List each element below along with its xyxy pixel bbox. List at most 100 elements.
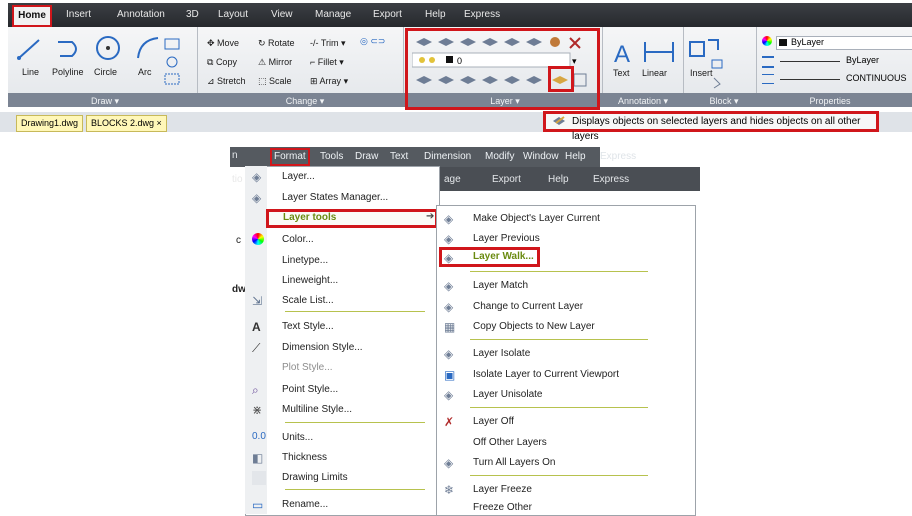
tab-view[interactable]: View: [271, 3, 293, 27]
modify-extra-icons[interactable]: ◎ ⊂⊃: [360, 36, 385, 47]
menu-item-scale-list[interactable]: Scale List...: [282, 295, 334, 306]
insert-label[interactable]: Insert: [690, 68, 713, 78]
menu-format[interactable]: Format: [270, 148, 310, 166]
fillet-button[interactable]: ⌐ Fillet ▾: [310, 57, 344, 68]
menu-modify[interactable]: Modify: [485, 150, 514, 164]
arc-icon[interactable]: [134, 34, 162, 62]
thickness-icon: ◧: [252, 451, 264, 465]
menu-fragment: c: [236, 235, 241, 246]
menu-item-linetype[interactable]: Linetype...: [282, 255, 328, 266]
menu-item-freeze-other[interactable]: Freeze Other: [473, 502, 532, 513]
menu-item-layer-freeze[interactable]: Layer Freeze: [473, 484, 532, 495]
tab-manage[interactable]: Manage: [315, 3, 351, 27]
menu-item-plot-style[interactable]: Plot Style...: [282, 362, 333, 373]
properties-panel-title[interactable]: Properties: [790, 94, 870, 108]
block-panel-title[interactable]: Block ▾: [694, 94, 754, 108]
submenu-arrow-icon: ➔: [426, 211, 435, 222]
menu-item-make-objects-layer-current[interactable]: Make Object's Layer Current: [473, 213, 600, 224]
ribbon-tab-bar: Home Insert Annotation 3D Layout View Ma…: [8, 3, 912, 27]
menu-item-layer-isolate[interactable]: Layer Isolate: [473, 348, 530, 359]
change-panel-title[interactable]: Change ▾: [270, 94, 340, 108]
layer-previous-icon: ◈: [444, 232, 454, 246]
linear-label[interactable]: Linear: [642, 68, 667, 78]
menu-item-color[interactable]: Color...: [282, 234, 314, 245]
menu-item-layer[interactable]: Layer...: [282, 171, 315, 182]
layer-walk-tooltip: Displays objects on selected layers and …: [543, 111, 879, 142]
menu-item-copy-objects-to-new-layer[interactable]: Copy Objects to New Layer: [473, 321, 595, 332]
color-dropdown[interactable]: ByLayer: [776, 36, 912, 50]
tab-home[interactable]: Home: [12, 5, 52, 27]
arc-label[interactable]: Arc: [138, 67, 152, 77]
menu-item-turn-all-layers-on[interactable]: Turn All Layers On: [473, 457, 555, 468]
menu-item-layer-states-manager[interactable]: Layer States Manager...: [282, 192, 388, 203]
menu-express[interactable]: Express: [600, 150, 636, 164]
layer-match-icon: ◈: [444, 279, 454, 293]
make-current-icon: ◈: [444, 212, 454, 226]
close-icon[interactable]: ×: [157, 118, 162, 128]
menu-tools[interactable]: Tools: [320, 150, 343, 164]
layer-icon: ◈: [252, 170, 262, 184]
text-icon[interactable]: A: [612, 38, 638, 68]
circle-label[interactable]: Circle: [94, 67, 117, 77]
lineweight-dropdown[interactable]: ByLayer: [776, 55, 912, 67]
draw-panel-title[interactable]: Draw ▾: [80, 94, 130, 108]
menu-draw[interactable]: Draw: [355, 150, 378, 164]
menu-item-lineweight[interactable]: Lineweight...: [282, 275, 338, 286]
menu-help[interactable]: Help: [565, 150, 586, 164]
menu-item-change-to-current-layer[interactable]: Change to Current Layer: [473, 301, 583, 312]
menu-item-layer-match[interactable]: Layer Match: [473, 280, 528, 291]
tab-3d[interactable]: 3D: [186, 3, 199, 27]
array-button[interactable]: ⊞ Array ▾: [310, 76, 348, 87]
menu-dimension[interactable]: Dimension: [424, 150, 471, 164]
text-style-icon: A: [252, 320, 261, 334]
menu-separator: [285, 422, 425, 423]
layer-walk-icon: [553, 116, 565, 125]
scale-button[interactable]: ⬚ Scale: [258, 76, 292, 87]
menu-item-dimension-style[interactable]: Dimension Style...: [282, 342, 363, 353]
annotation-panel-title[interactable]: Annotation ▾: [606, 94, 680, 108]
tab-help[interactable]: Help: [425, 3, 446, 27]
linear-dimension-icon[interactable]: [642, 40, 676, 64]
menu-fragment: Express: [593, 174, 630, 185]
tab-export[interactable]: Export: [373, 3, 402, 27]
line-icon[interactable]: [16, 36, 42, 62]
polyline-label[interactable]: Polyline: [52, 67, 84, 77]
text-label[interactable]: Text: [613, 68, 630, 78]
file-tab-drawing1[interactable]: Drawing1.dwg: [16, 115, 84, 132]
trim-button[interactable]: -/- Trim ▾: [310, 38, 346, 49]
menu-window[interactable]: Window: [523, 150, 559, 164]
menu-item-off-other-layers[interactable]: Off Other Layers: [473, 437, 547, 448]
line-label[interactable]: Line: [22, 67, 39, 77]
circle-icon[interactable]: [94, 34, 122, 62]
tab-annotation[interactable]: Annotation: [117, 3, 165, 27]
color-wheel-icon: [252, 233, 264, 245]
tab-express[interactable]: Express: [464, 3, 500, 27]
copy-button[interactable]: ⧉ Copy: [207, 57, 237, 68]
move-button[interactable]: ✥ Move: [207, 38, 239, 49]
insert-block-icon[interactable]: [688, 36, 728, 92]
menu-item-drawing-limits[interactable]: Drawing Limits: [282, 472, 348, 483]
linetype-dropdown[interactable]: CONTINUOUS: [776, 73, 912, 85]
menu-item-isolate-layer-to-current-viewport[interactable]: Isolate Layer to Current Viewport: [473, 369, 619, 380]
stretch-button[interactable]: ⊿ Stretch: [207, 76, 246, 87]
mirror-button[interactable]: ⚠ Mirror: [258, 57, 292, 68]
polyline-icon[interactable]: [54, 36, 82, 62]
menu-item-units[interactable]: Units...: [282, 432, 313, 443]
menu-item-text-style[interactable]: Text Style...: [282, 321, 334, 332]
menu-item-layer-previous[interactable]: Layer Previous: [473, 233, 540, 244]
draw-extra-icons[interactable]: [162, 36, 186, 90]
layer-walk-button-highlight[interactable]: [548, 66, 574, 92]
rotate-button[interactable]: ↻ Rotate: [258, 38, 295, 49]
menu-text[interactable]: Text: [390, 150, 408, 164]
tab-layout[interactable]: Layout: [218, 3, 248, 27]
color-wheel-icon: [762, 36, 772, 46]
file-tab-blocks2[interactable]: BLOCKS 2.dwg ×: [86, 115, 167, 132]
menu-item-multiline-style[interactable]: Multiline Style...: [282, 404, 352, 415]
menu-item-point-style[interactable]: Point Style...: [282, 384, 338, 395]
tab-insert[interactable]: Insert: [66, 3, 91, 27]
menu-item-rename[interactable]: Rename...: [282, 499, 328, 510]
layer-off-icon: ✗: [444, 415, 455, 429]
menu-item-layer-unisolate[interactable]: Layer Unisolate: [473, 389, 542, 400]
menu-item-layer-off[interactable]: Layer Off: [473, 416, 514, 427]
menu-item-thickness[interactable]: Thickness: [282, 452, 327, 463]
